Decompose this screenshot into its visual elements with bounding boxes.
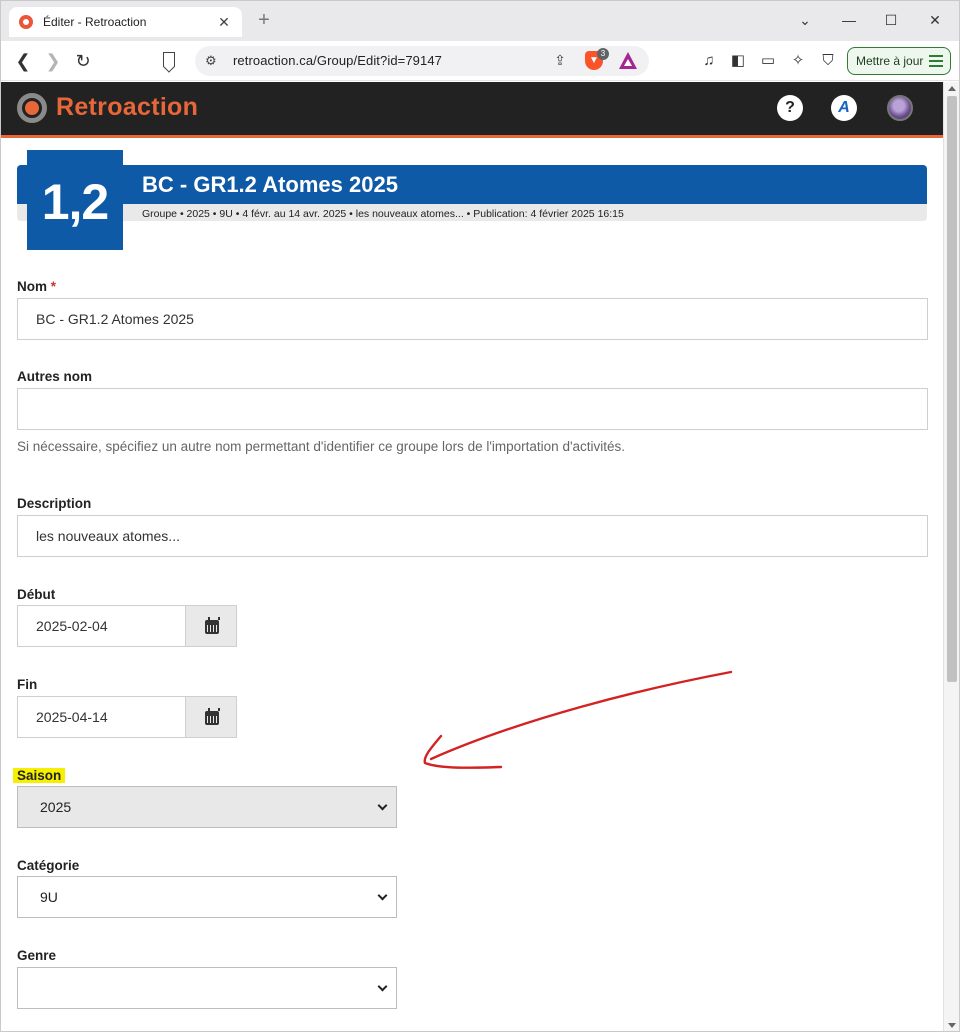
chevron-down-icon xyxy=(377,890,388,901)
scroll-up-arrow-icon[interactable] xyxy=(948,86,956,91)
nom-label: Nom * xyxy=(17,279,56,294)
debut-date-input[interactable]: 2025-02-04 xyxy=(17,605,185,647)
shields-count-badge: 3 xyxy=(597,48,609,60)
update-button[interactable]: Mettre à jour xyxy=(847,47,951,75)
tab-active[interactable]: Éditer - Retroaction ✕ xyxy=(9,7,242,37)
app-header: Retroaction ? A xyxy=(1,82,943,138)
vpn-shield-icon[interactable]: ⛉ xyxy=(818,51,838,71)
saison-select[interactable]: 2025 xyxy=(17,786,397,828)
genre-label: Genre xyxy=(17,948,57,963)
scroll-thumb[interactable] xyxy=(947,96,957,682)
new-tab-icon[interactable]: + xyxy=(253,10,275,30)
browser-toolbar: ❮ ❯ ↻ ⚙ retroaction.ca/Group/Edit?id=791… xyxy=(1,41,959,81)
tab-title: Éditer - Retroaction xyxy=(43,15,147,29)
retroaction-favicon-icon xyxy=(19,15,33,29)
autres-nom-input[interactable] xyxy=(17,388,928,430)
debut-label: Début xyxy=(17,587,56,602)
description-input[interactable]: les nouveaux atomes... xyxy=(17,515,928,557)
brave-rewards-icon[interactable] xyxy=(619,52,637,69)
user-avatar[interactable] xyxy=(887,95,913,121)
debut-calendar-button[interactable] xyxy=(185,605,237,647)
categorie-label: Catégorie xyxy=(17,858,80,873)
chevron-down-icon xyxy=(377,981,388,992)
autres-nom-label: Autres nom xyxy=(17,369,93,384)
retroaction-logo-icon[interactable] xyxy=(17,93,47,123)
url-text[interactable]: retroaction.ca/Group/Edit?id=79147 xyxy=(233,53,442,68)
help-icon[interactable]: ? xyxy=(777,95,803,121)
categorie-selected-value: 9U xyxy=(40,889,58,905)
chevron-down-icon xyxy=(377,800,388,811)
app-logo-text[interactable]: Retroaction xyxy=(56,93,198,122)
media-music-icon[interactable]: ♫ xyxy=(699,51,719,71)
saison-selected-value: 2025 xyxy=(40,799,72,815)
reload-icon[interactable]: ↻ xyxy=(71,49,95,73)
sidebar-toggle-icon[interactable]: ◧ xyxy=(728,51,748,71)
forward-icon[interactable]: ❯ xyxy=(41,49,65,73)
genre-select[interactable] xyxy=(17,967,397,1009)
description-label: Description xyxy=(17,496,92,511)
wallet-icon[interactable]: ▭ xyxy=(758,51,778,71)
group-subtitle: Groupe • 2025 • 9U • 4 févr. au 14 avr. … xyxy=(142,208,624,220)
arrow-shaft xyxy=(429,670,733,761)
fin-date-input[interactable]: 2025-04-14 xyxy=(17,696,185,738)
nom-input[interactable]: BC - GR1.2 Atomes 2025 xyxy=(17,298,928,340)
site-info-icon[interactable]: ⚙ xyxy=(205,53,217,69)
group-title: BC - GR1.2 Atomes 2025 xyxy=(142,172,398,197)
autres-nom-help: Si nécessaire, spécifiez un autre nom pe… xyxy=(17,439,626,454)
maximize-icon[interactable]: ☐ xyxy=(881,9,901,31)
group-level-badge: 1,2 xyxy=(27,150,123,250)
tab-close-icon[interactable]: ✕ xyxy=(216,14,232,31)
leo-ai-icon[interactable]: ✧ xyxy=(788,51,808,71)
arrow-head xyxy=(423,734,503,769)
browser-window: Éditer - Retroaction ✕ + ⌄ — ☐ ✕ ❮ ❯ ↻ ⚙… xyxy=(0,0,960,1032)
address-bar[interactable]: ⚙ retroaction.ca/Group/Edit?id=79147 ⇪ ▼… xyxy=(195,46,649,76)
tab-strip: Éditer - Retroaction ✕ + ⌄ — ☐ ✕ xyxy=(1,1,959,41)
update-button-label: Mettre à jour xyxy=(856,54,924,68)
hamburger-menu-icon xyxy=(929,55,943,67)
back-icon[interactable]: ❮ xyxy=(11,49,35,73)
scroll-down-arrow-icon[interactable] xyxy=(948,1023,956,1028)
categorie-select[interactable]: 9U xyxy=(17,876,397,918)
academy-icon[interactable]: A xyxy=(831,95,857,121)
page-scrollbar[interactable] xyxy=(943,82,959,1031)
saison-label-highlight: Saison xyxy=(13,768,66,783)
minimize-icon[interactable]: — xyxy=(839,9,859,31)
calendar-icon xyxy=(205,617,220,634)
nom-label-text: Nom xyxy=(17,279,47,294)
share-icon[interactable]: ⇪ xyxy=(551,52,569,70)
fin-label: Fin xyxy=(17,677,38,692)
tab-search-chevron-icon[interactable]: ⌄ xyxy=(795,9,815,31)
fin-calendar-button[interactable] xyxy=(185,696,237,738)
required-marker: * xyxy=(50,279,57,294)
page-content: 1,2 BC - GR1.2 Atomes 2025 Groupe • 2025… xyxy=(1,141,943,1031)
window-close-icon[interactable]: ✕ xyxy=(925,9,945,31)
saison-label: Saison xyxy=(13,768,66,783)
bookmark-icon[interactable] xyxy=(163,52,175,67)
calendar-icon xyxy=(205,708,220,725)
